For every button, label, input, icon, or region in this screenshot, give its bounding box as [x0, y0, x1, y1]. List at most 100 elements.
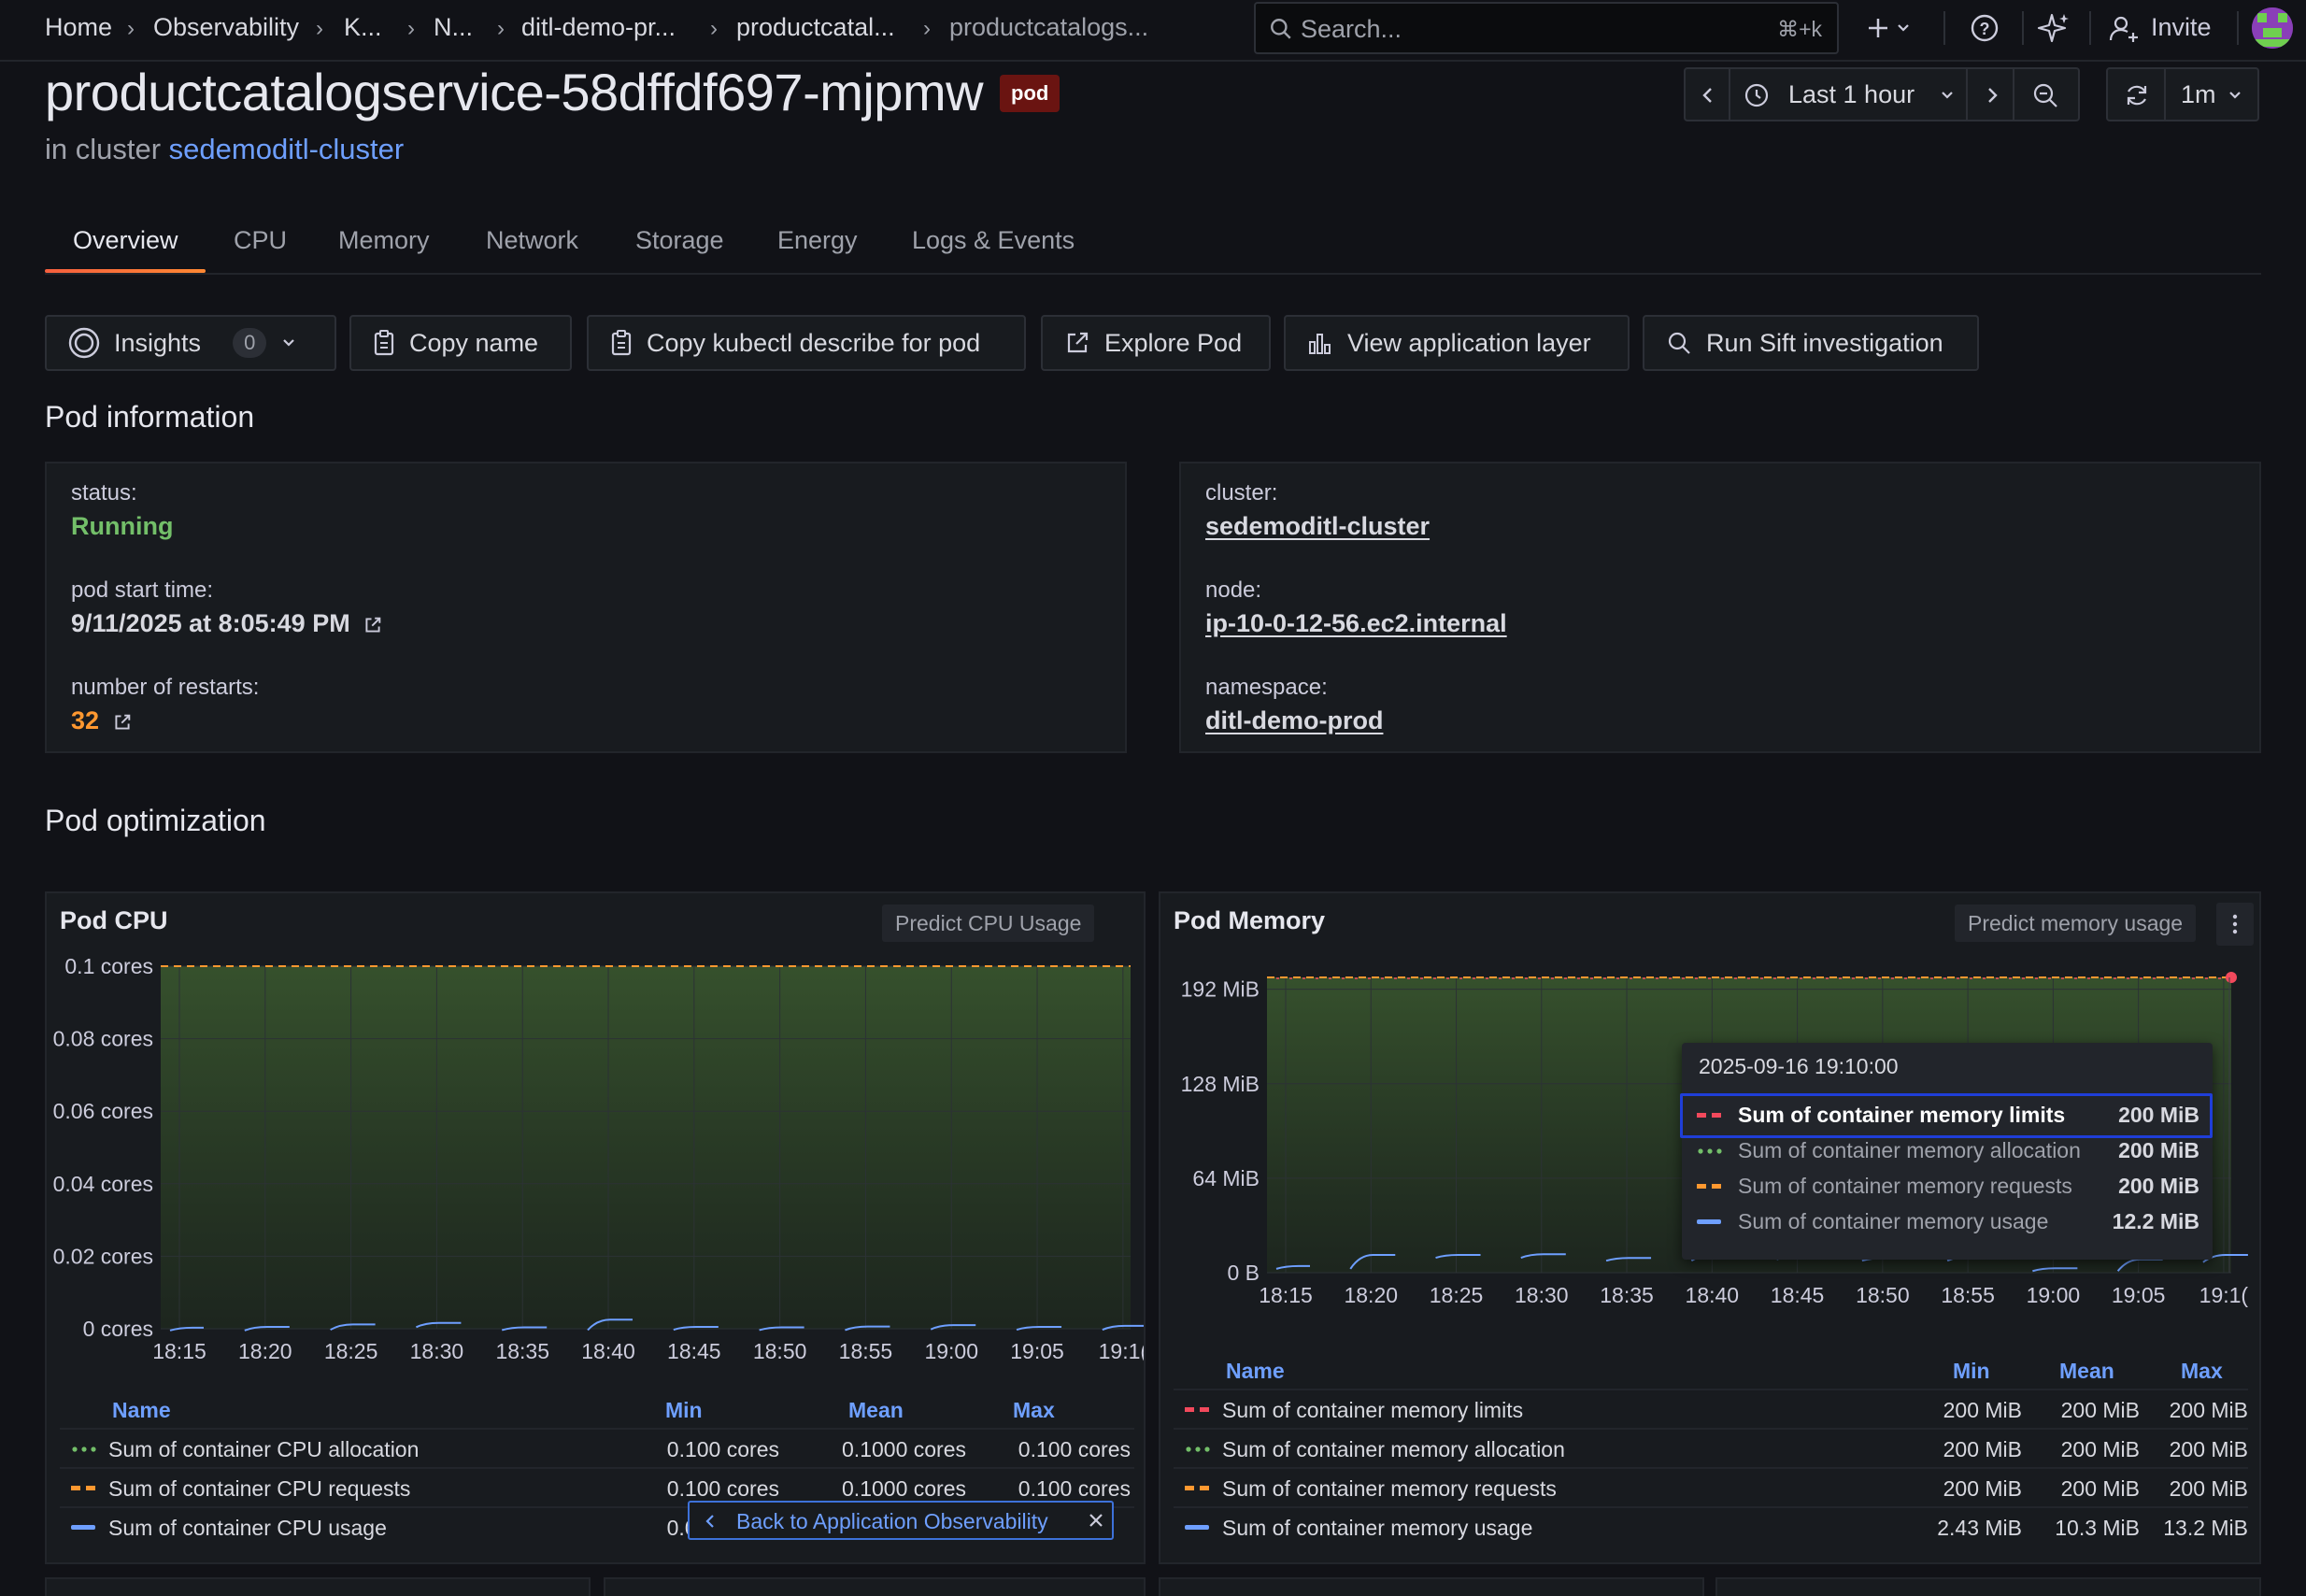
time-range-picker[interactable]: Last 1 hour	[1729, 67, 1968, 121]
legend-header-max[interactable]: Max	[2181, 1359, 2223, 1384]
restarts-link[interactable]: 32	[71, 706, 133, 735]
tab-memory[interactable]: Memory	[338, 226, 430, 255]
predict-cpu-button[interactable]: Predict CPU Usage	[882, 905, 1095, 942]
cluster-link[interactable]: sedemoditl-cluster	[169, 133, 405, 165]
breadcrumb-k[interactable]: K...	[344, 13, 382, 42]
tab-network[interactable]: Network	[486, 226, 578, 255]
time-range-label: Last 1 hour	[1788, 80, 1915, 108]
legend-row[interactable]: Sum of container CPU allocation 0.100 co…	[60, 1428, 1134, 1467]
run-sift-button[interactable]: Run Sift investigation	[1643, 315, 1979, 371]
legend-row[interactable]: Sum of container memory limits 200 MiB 2…	[1174, 1389, 2248, 1428]
x-tick-label: 19:1(	[1099, 1339, 1144, 1363]
refresh-button[interactable]	[2106, 67, 2166, 121]
x-tick-label: 19:00	[924, 1339, 978, 1363]
legend-header-name[interactable]: Name	[1226, 1359, 1285, 1384]
y-tick-label: 64 MiB	[1192, 1166, 1260, 1190]
start-time-link[interactable]: 9/11/2025 at 8:05:49 PM	[71, 609, 383, 638]
legend-mean: 200 MiB	[2060, 1476, 2140, 1501]
dashed-orange-legend-marker	[1697, 1184, 1721, 1189]
time-back-button[interactable]	[1684, 67, 1730, 121]
avatar-image	[2252, 7, 2293, 49]
start-time-value: 9/11/2025 at 8:05:49 PM	[71, 609, 350, 637]
pod-badge: pod	[1000, 75, 1060, 112]
breadcrumb-n[interactable]: N...	[434, 13, 473, 42]
legend-mean: 0.1000 cores	[842, 1437, 966, 1461]
tab-cpu[interactable]: CPU	[234, 226, 287, 255]
y-tick-label: 0 cores	[83, 1317, 153, 1341]
assistant-button[interactable]	[2035, 9, 2072, 47]
zoom-out-button[interactable]	[2013, 67, 2080, 121]
tooltip-name: Sum of container memory requests	[1738, 1174, 2072, 1198]
help-button[interactable]: ?	[1966, 9, 2003, 47]
clipboard-icon	[611, 330, 632, 356]
predict-memory-button[interactable]: Predict memory usage	[1955, 905, 2197, 942]
panel-menu-button[interactable]	[2216, 903, 2254, 946]
search-icon	[1271, 19, 1291, 39]
x-tick-label: 18:50	[1856, 1283, 1910, 1307]
x-tick-label: 18:35	[1600, 1283, 1654, 1307]
cluster-label: cluster:	[1205, 480, 1278, 506]
search-input[interactable]: Search... ⌘+k	[1254, 2, 1839, 54]
legend-max: 200 MiB	[2169, 1476, 2248, 1501]
divider	[2022, 11, 2024, 45]
view-application-layer-button[interactable]: View application layer	[1284, 315, 1630, 371]
legend-min: 200 MiB	[1943, 1398, 2022, 1422]
pod-cpu-chart[interactable]: 0 cores 0.02 cores 0.04 cores 0.06 cores 0.0…	[47, 959, 1144, 1370]
dotted-green-legend-marker	[72, 1446, 96, 1452]
dashed-red-legend-marker	[1697, 1113, 1721, 1118]
legend-row[interactable]: Sum of container memory usage 2.43 MiB 1…	[1174, 1506, 2248, 1546]
close-banner-button[interactable]	[1080, 1503, 1112, 1538]
x-tick-label: 18:30	[410, 1339, 464, 1363]
legend-header-mean[interactable]: Mean	[2059, 1359, 2114, 1384]
breadcrumb-home[interactable]: Home	[45, 13, 112, 42]
legend-name: Sum of container memory usage	[1222, 1516, 1533, 1540]
tab-energy[interactable]: Energy	[777, 226, 858, 255]
y-tick-label: 0.04 cores	[53, 1172, 153, 1196]
x-tick-label: 19:1(	[2199, 1283, 2249, 1307]
legend-min: 200 MiB	[1943, 1476, 2022, 1501]
legend-mean: 0.1000 cores	[842, 1476, 966, 1501]
legend-name: Sum of container memory limits	[1222, 1398, 1524, 1422]
avatar[interactable]	[2252, 7, 2293, 49]
legend-row[interactable]: Sum of container memory requests 200 MiB…	[1174, 1467, 2248, 1506]
subtitle-prefix: in cluster	[45, 133, 162, 165]
legend-name: Sum of container CPU allocation	[108, 1437, 420, 1461]
node-value-link[interactable]: ip-10-0-12-56.ec2.internal	[1205, 609, 1507, 638]
namespace-value-link[interactable]: ditl-demo-prod	[1205, 706, 1383, 735]
dashed-orange-legend-marker	[1185, 1486, 1209, 1490]
breadcrumb-namespace[interactable]: ditl-demo-pr...	[521, 13, 676, 42]
back-to-app-observability-banner[interactable]: Back to Application Observability	[688, 1501, 1114, 1540]
legend-header-name[interactable]: Name	[112, 1398, 171, 1423]
svg-text:?: ?	[1980, 20, 1990, 38]
x-tick-label: 18:45	[667, 1339, 721, 1363]
tab-storage[interactable]: Storage	[635, 226, 724, 255]
copy-name-button[interactable]: Copy name	[349, 315, 572, 371]
invite-button[interactable]: Invite	[2108, 9, 2220, 47]
chevron-down-icon	[1942, 92, 1953, 99]
legend-header-mean[interactable]: Mean	[848, 1398, 904, 1423]
legend-row[interactable]: Sum of container memory allocation 200 M…	[1174, 1428, 2248, 1467]
copy-kubectl-button[interactable]: Copy kubectl describe for pod	[587, 315, 1026, 371]
legend-header-min[interactable]: Min	[665, 1398, 703, 1423]
breadcrumb-observability[interactable]: Observability	[153, 13, 299, 42]
add-new-button[interactable]	[1863, 9, 1919, 47]
status-value: Running	[71, 512, 174, 540]
pod-memory-title: Pod Memory	[1174, 906, 1326, 934]
legend-header-min[interactable]: Min	[1953, 1359, 1990, 1384]
legend-header-max[interactable]: Max	[1013, 1398, 1055, 1423]
more-vertical-icon	[2232, 914, 2238, 934]
tab-overview[interactable]: Overview	[73, 226, 178, 255]
run-sift-label: Run Sift investigation	[1706, 328, 1943, 357]
time-forward-button[interactable]	[1966, 67, 2014, 121]
explore-pod-button[interactable]: Explore Pod	[1041, 315, 1271, 371]
sparkle-icon	[2037, 13, 2069, 43]
breadcrumb-separator: ›	[710, 16, 718, 41]
refresh-interval-picker[interactable]: 1m	[2164, 67, 2259, 121]
cluster-value-link[interactable]: sedemoditl-cluster	[1205, 512, 1430, 541]
insights-button[interactable]: Insights 0	[45, 315, 336, 371]
tab-logs-events[interactable]: Logs & Events	[912, 226, 1075, 255]
legend-min: 0.100 cores	[666, 1476, 779, 1501]
breadcrumb-workload[interactable]: productcatal...	[736, 13, 895, 42]
solid-blue-legend-marker	[1697, 1219, 1721, 1224]
tooltip-row-highlighted: Sum of container memory limits 200 MiB	[1680, 1093, 2213, 1138]
